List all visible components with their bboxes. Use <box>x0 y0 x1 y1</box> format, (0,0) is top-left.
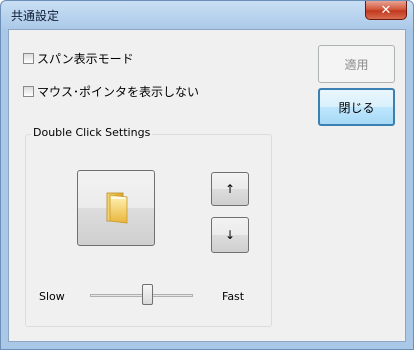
group-title: Double Click Settings <box>31 126 153 139</box>
span-mode-checkbox[interactable] <box>23 53 34 64</box>
slow-label: Slow <box>39 290 65 303</box>
close-icon: ✕ <box>380 2 392 18</box>
arrow-down-icon: ↓ <box>224 228 236 242</box>
double-click-test-button[interactable] <box>77 170 155 246</box>
hide-pointer-checkbox[interactable] <box>23 86 34 97</box>
settings-dialog: 共通設定 ✕ スパン表示モード マウス･ポインタを表示しない 適用 閉じる Do… <box>0 0 414 350</box>
speed-down-button[interactable]: ↓ <box>211 217 249 253</box>
hide-pointer-option[interactable]: マウス･ポインタを表示しない <box>23 83 199 100</box>
fast-label: Fast <box>222 290 245 303</box>
apply-button[interactable]: 適用 <box>318 45 395 83</box>
close-button[interactable]: 閉じる <box>318 88 395 126</box>
window-close-button[interactable]: ✕ <box>365 1 407 20</box>
hide-pointer-label: マウス･ポインタを表示しない <box>37 85 200 99</box>
window-title: 共通設定 <box>11 9 60 23</box>
speed-up-button[interactable]: ↑ <box>211 172 249 206</box>
folder-icon <box>106 192 128 224</box>
dialog-body: スパン表示モード マウス･ポインタを表示しない 適用 閉じる Double Cl… <box>8 29 406 342</box>
arrow-up-icon: ↑ <box>224 182 236 196</box>
span-mode-option[interactable]: スパン表示モード <box>23 50 134 67</box>
span-mode-label: スパン表示モード <box>37 52 134 66</box>
speed-slider-thumb[interactable] <box>141 284 153 305</box>
title-bar[interactable]: 共通設定 ✕ <box>1 1 413 29</box>
